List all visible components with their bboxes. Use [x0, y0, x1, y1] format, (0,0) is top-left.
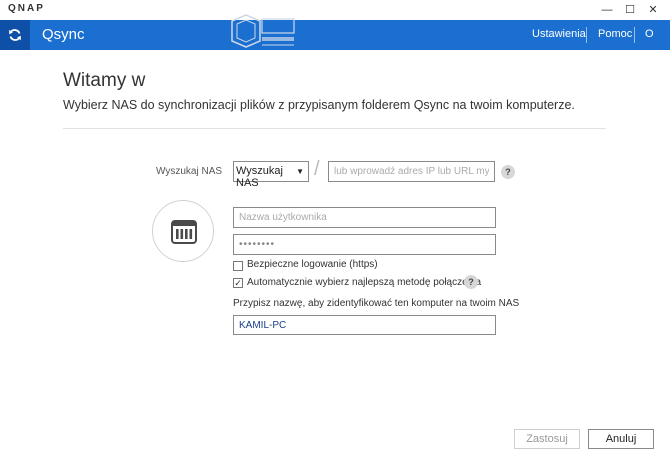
auto-connect-checkbox[interactable]: ✓ [233, 278, 243, 288]
help-icon[interactable]: ? [501, 165, 515, 179]
or-slash: / [314, 158, 320, 180]
window-titlebar: QNAP — ☐ ✕ [0, 0, 670, 21]
password-input[interactable] [233, 234, 496, 255]
search-nas-label: Wyszukaj NAS [156, 166, 223, 177]
minimize-button[interactable]: — [598, 2, 616, 18]
pc-name-input[interactable] [233, 315, 496, 335]
search-nas-select-value: Wyszukaj NAS [236, 165, 283, 189]
secure-login-label[interactable]: Bezpieczne logowanie (https) [247, 259, 378, 270]
welcome-heading: Witamy w [63, 70, 146, 91]
nas-device-avatar [152, 200, 214, 262]
nav-user[interactable]: O [645, 28, 654, 40]
section-divider [63, 128, 606, 129]
caret-down-icon: ▼ [296, 167, 304, 176]
nav-ustawienia[interactable]: Ustawienia [532, 28, 586, 40]
nav-divider [634, 27, 635, 43]
watermark-logo [231, 14, 295, 48]
cancel-button[interactable]: Anuluj [588, 429, 654, 449]
close-button[interactable]: ✕ [644, 2, 662, 18]
qnap-brand: QNAP [8, 3, 45, 14]
nav-divider [586, 27, 587, 43]
nav-pomoc[interactable]: Pomoc [598, 28, 632, 40]
sync-icon [9, 29, 21, 41]
maximize-button[interactable]: ☐ [621, 2, 639, 18]
welcome-subtitle: Wybierz NAS do synchronizacji plików z p… [63, 98, 575, 112]
app-toolbar: Qsync Ustawienia Pomoc O [0, 14, 670, 50]
ip-address-input[interactable] [328, 161, 495, 182]
nas-device-icon [171, 220, 197, 244]
sync-button[interactable] [0, 20, 30, 50]
apply-button[interactable]: Zastosuj [514, 429, 580, 449]
pc-name-label: Przypisz nazwę, aby zidentyfikować ten k… [233, 298, 520, 309]
username-input[interactable] [233, 207, 496, 228]
app-name: Qsync [42, 26, 85, 43]
auto-connect-label[interactable]: Automatycznie wybierz najlepszą metodę p… [247, 277, 481, 288]
help-icon[interactable]: ? [464, 275, 478, 289]
secure-login-checkbox[interactable] [233, 261, 243, 271]
search-nas-select[interactable]: Wyszukaj NAS ▼ [233, 161, 309, 189]
